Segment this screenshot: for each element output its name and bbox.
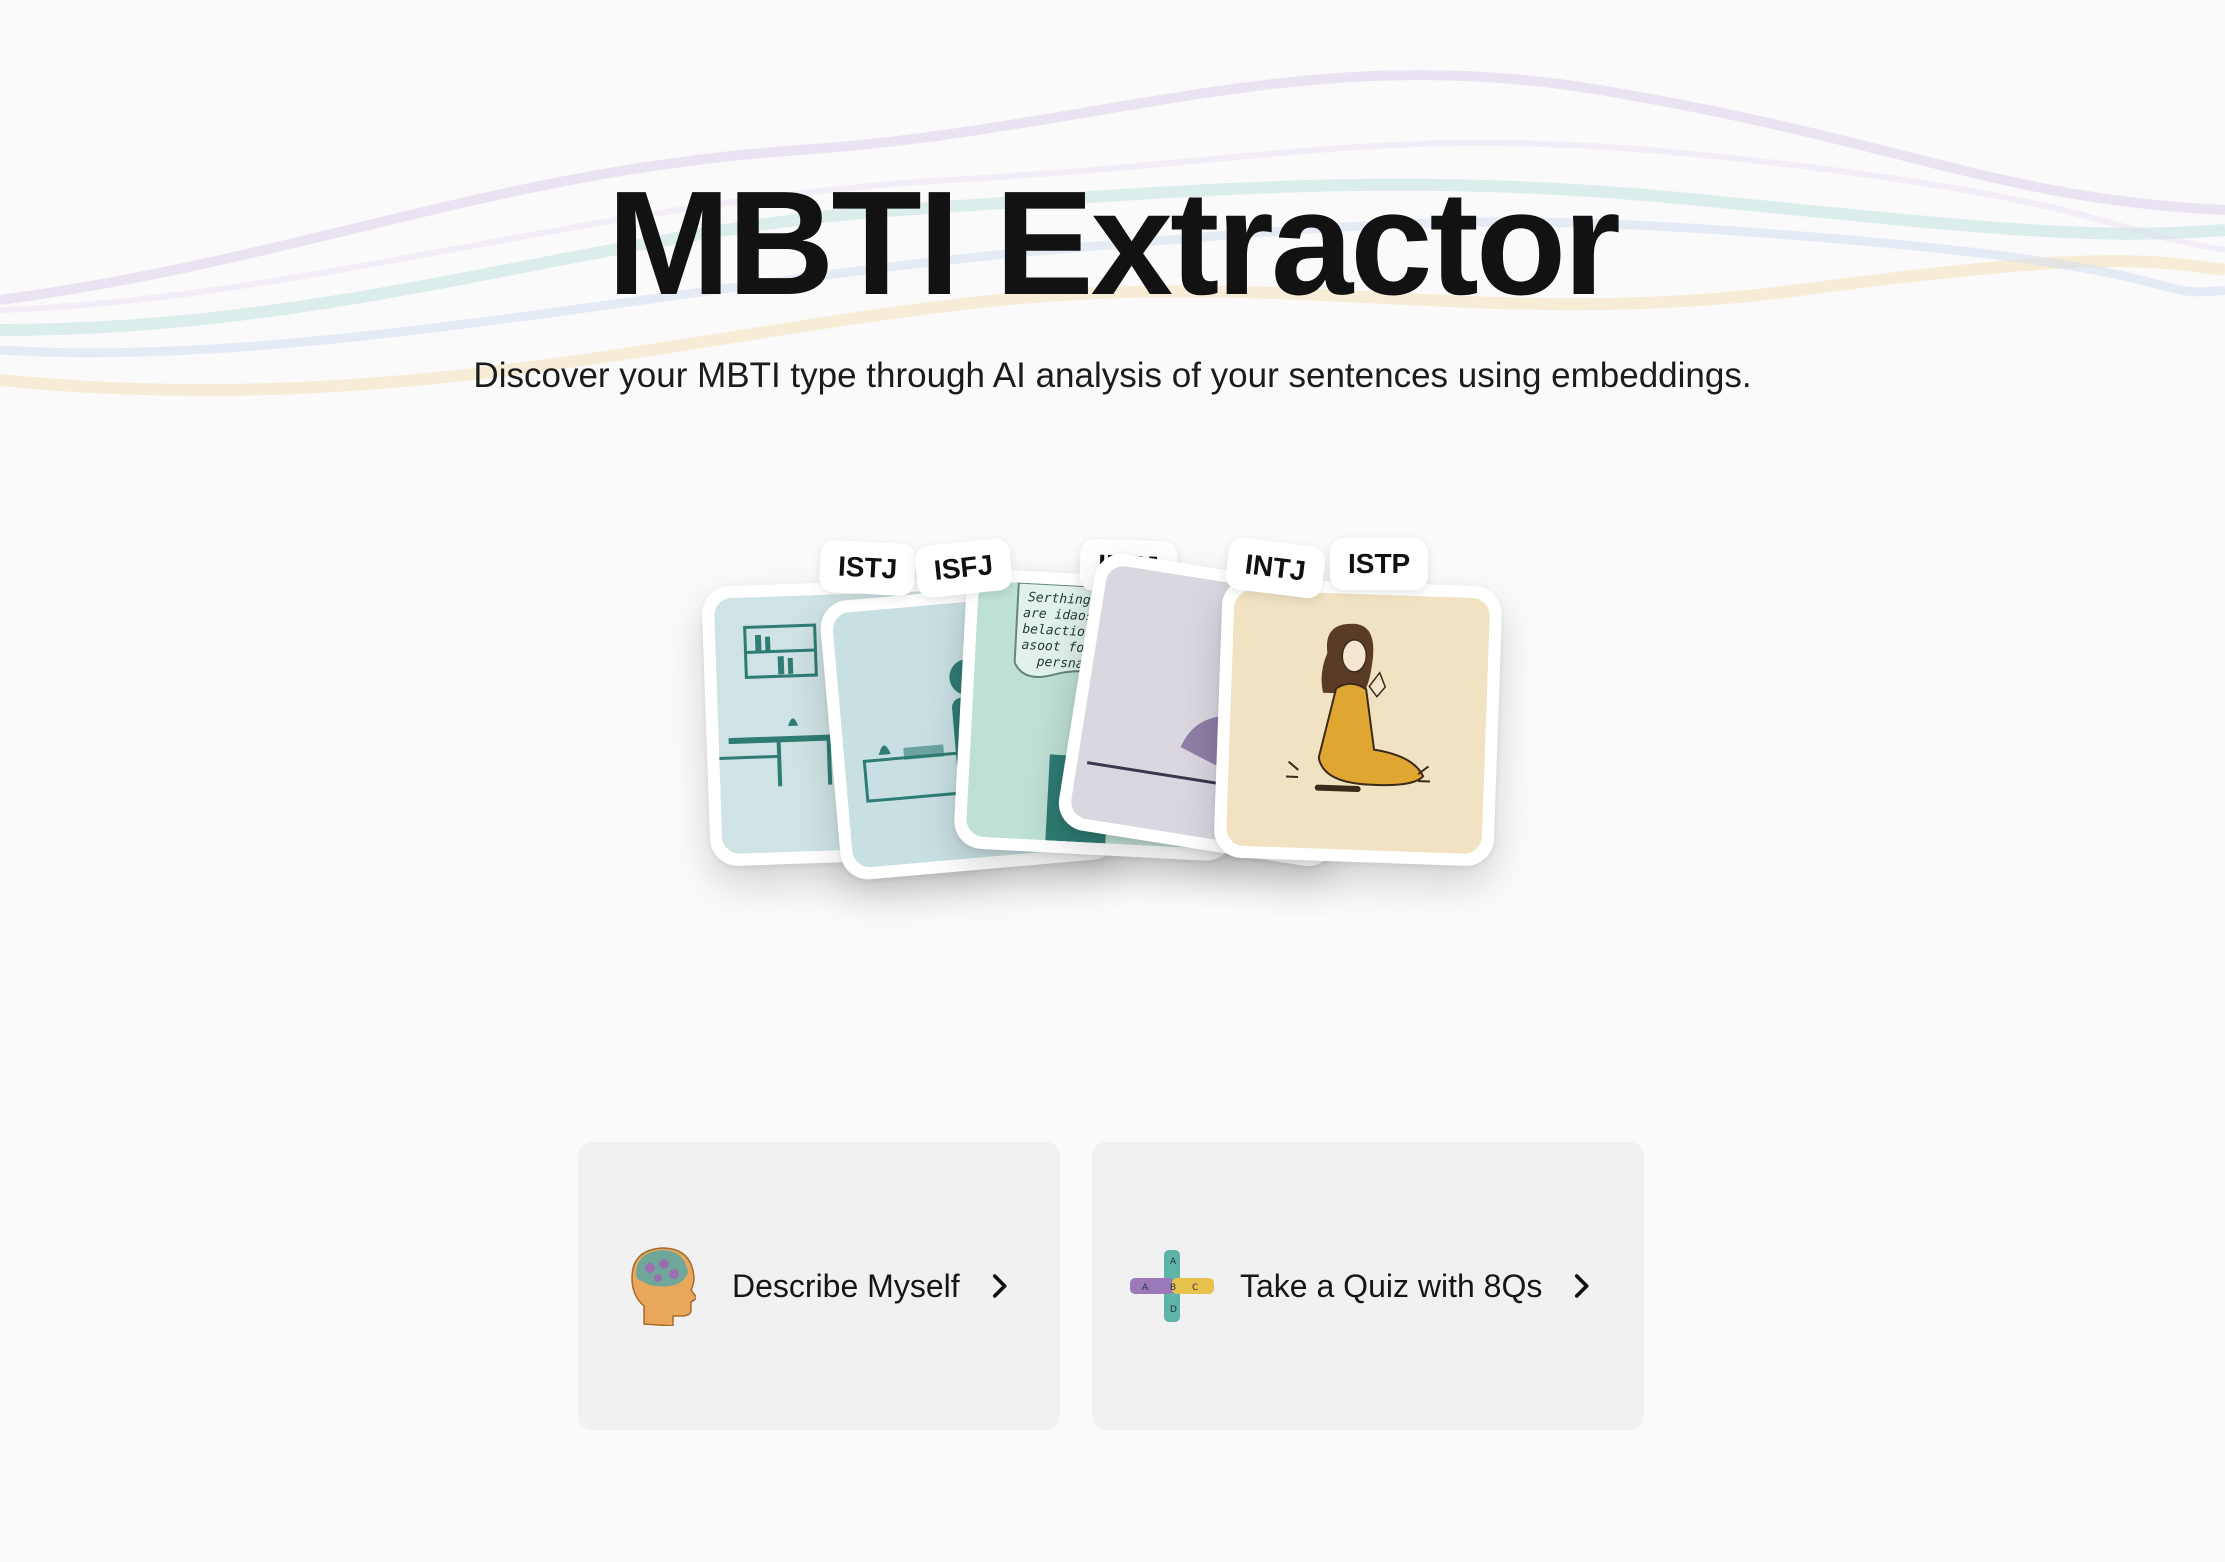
take-quiz-button[interactable]: A A B C D Take a Quiz with 8Qs <box>1092 1142 1644 1430</box>
page-subtitle: Discover your MBTI type through AI analy… <box>473 356 1752 395</box>
take-quiz-label: Take a Quiz with 8Qs <box>1240 1267 1543 1304</box>
mbti-card-istp[interactable] <box>1213 577 1503 867</box>
brain-head-icon <box>631 1247 696 1326</box>
describe-myself-label: Describe Myself <box>732 1267 960 1304</box>
describe-myself-button[interactable]: Describe Myself <box>578 1142 1060 1430</box>
chevron-right-icon <box>992 1274 1007 1298</box>
meditating-woman-illustration <box>1225 589 1491 855</box>
quiz-cross-icon: A A B C D <box>1130 1250 1214 1322</box>
mbti-tag-istp: ISTP <box>1330 538 1429 590</box>
quiz-icon-letter-a: A <box>1170 1257 1177 1267</box>
mbti-tag-isfj: ISFJ <box>913 537 1014 599</box>
page-title: MBTI Extractor <box>607 161 1621 326</box>
quiz-icon-letter-d: D <box>1170 1305 1177 1315</box>
mbti-card-stack: Serthing p are idaos belactions asoot fo… <box>690 520 1540 940</box>
mbti-tag-istj: ISTJ <box>818 539 917 597</box>
quiz-icon-letter-c: C <box>1192 1283 1198 1293</box>
quiz-icon-letter-b: B <box>1170 1283 1176 1293</box>
quiz-icon-letter-a2: A <box>1142 1283 1149 1293</box>
chevron-right-icon <box>1575 1274 1589 1298</box>
